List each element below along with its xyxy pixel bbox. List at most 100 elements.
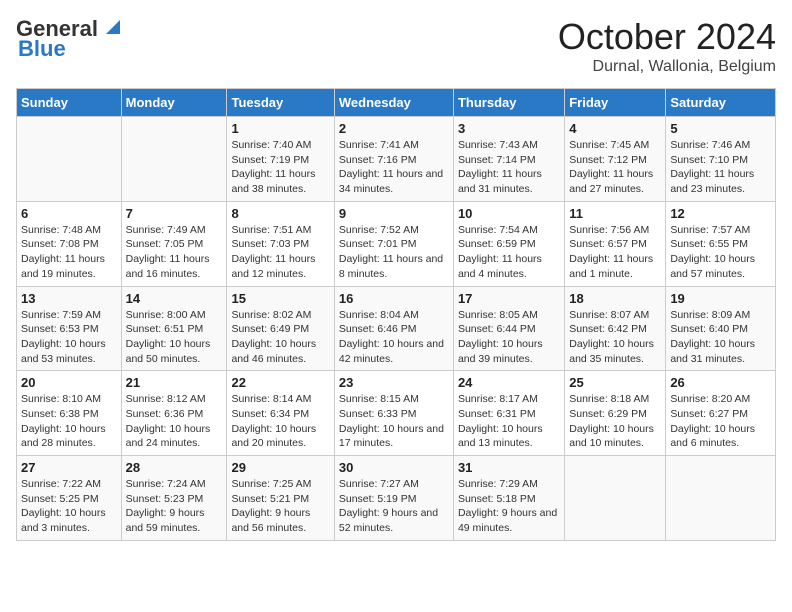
day-info: Sunrise: 8:04 AMSunset: 6:46 PMDaylight:…	[339, 308, 449, 367]
calendar-body: 1 Sunrise: 7:40 AMSunset: 7:19 PMDaylight…	[17, 117, 776, 541]
day-number: 2	[339, 121, 449, 136]
calendar-cell	[666, 456, 776, 541]
day-info: Sunrise: 7:45 AMSunset: 7:12 PMDaylight:…	[569, 138, 661, 197]
header-thursday: Thursday	[453, 89, 564, 117]
day-number: 8	[231, 206, 329, 221]
day-info: Sunrise: 8:07 AMSunset: 6:42 PMDaylight:…	[569, 308, 661, 367]
calendar-cell: 9 Sunrise: 7:52 AMSunset: 7:01 PMDaylight…	[334, 201, 453, 286]
day-info: Sunrise: 7:54 AMSunset: 6:59 PMDaylight:…	[458, 223, 560, 282]
day-info: Sunrise: 7:52 AMSunset: 7:01 PMDaylight:…	[339, 223, 449, 282]
calendar-cell: 16 Sunrise: 8:04 AMSunset: 6:46 PMDayligh…	[334, 286, 453, 371]
day-number: 20	[21, 375, 117, 390]
calendar-cell: 29Sunrise: 7:25 AMSunset: 5:21 PMDayligh…	[227, 456, 334, 541]
header-monday: Monday	[121, 89, 227, 117]
calendar-cell: 30 Sunrise: 7:27 AMSunset: 5:19 PMDayligh…	[334, 456, 453, 541]
day-info: Sunrise: 7:43 AMSunset: 7:14 PMDaylight:…	[458, 138, 560, 197]
day-info: Sunrise: 7:24 AMSunset: 5:23 PMDaylight:…	[126, 477, 223, 536]
week-row-2: 6 Sunrise: 7:48 AMSunset: 7:08 PMDaylight…	[17, 201, 776, 286]
day-number: 13	[21, 291, 117, 306]
day-info: Sunrise: 7:27 AMSunset: 5:19 PMDaylight:…	[339, 477, 449, 536]
header-friday: Friday	[565, 89, 666, 117]
day-number: 1	[231, 121, 329, 136]
calendar-cell: 21 Sunrise: 8:12 AMSunset: 6:36 PMDayligh…	[121, 371, 227, 456]
day-info: Sunrise: 7:41 AMSunset: 7:16 PMDaylight:…	[339, 138, 449, 197]
calendar-cell: 15 Sunrise: 8:02 AMSunset: 6:49 PMDayligh…	[227, 286, 334, 371]
logo: General Blue	[16, 16, 122, 62]
day-number: 19	[670, 291, 771, 306]
calendar-cell: 24 Sunrise: 8:17 AMSunset: 6:31 PMDayligh…	[453, 371, 564, 456]
day-number: 30	[339, 460, 449, 475]
day-number: 16	[339, 291, 449, 306]
day-info: Sunrise: 7:59 AMSunset: 6:53 PMDaylight:…	[21, 308, 117, 367]
week-row-4: 20Sunrise: 8:10 AMSunset: 6:38 PMDayligh…	[17, 371, 776, 456]
day-info: Sunrise: 7:22 AMSunset: 5:25 PMDaylight:…	[21, 477, 117, 536]
calendar-table: SundayMondayTuesdayWednesdayThursdayFrid…	[16, 88, 776, 541]
header-saturday: Saturday	[666, 89, 776, 117]
header-sunday: Sunday	[17, 89, 122, 117]
calendar-cell: 7Sunrise: 7:49 AMSunset: 7:05 PMDaylight…	[121, 201, 227, 286]
day-number: 17	[458, 291, 560, 306]
day-number: 22	[231, 375, 329, 390]
week-row-1: 1 Sunrise: 7:40 AMSunset: 7:19 PMDaylight…	[17, 117, 776, 202]
week-row-5: 27 Sunrise: 7:22 AMSunset: 5:25 PMDayligh…	[17, 456, 776, 541]
day-number: 10	[458, 206, 560, 221]
calendar-cell: 28Sunrise: 7:24 AMSunset: 5:23 PMDayligh…	[121, 456, 227, 541]
day-info: Sunrise: 8:18 AMSunset: 6:29 PMDaylight:…	[569, 392, 661, 451]
day-number: 5	[670, 121, 771, 136]
calendar-cell: 6 Sunrise: 7:48 AMSunset: 7:08 PMDaylight…	[17, 201, 122, 286]
calendar-cell: 17Sunrise: 8:05 AMSunset: 6:44 PMDayligh…	[453, 286, 564, 371]
day-info: Sunrise: 7:25 AMSunset: 5:21 PMDaylight:…	[231, 477, 329, 536]
calendar-cell: 31Sunrise: 7:29 AMSunset: 5:18 PMDayligh…	[453, 456, 564, 541]
day-number: 27	[21, 460, 117, 475]
day-number: 11	[569, 206, 661, 221]
day-info: Sunrise: 8:20 AMSunset: 6:27 PMDaylight:…	[670, 392, 771, 451]
calendar-cell	[17, 117, 122, 202]
logo-icon	[100, 16, 122, 38]
day-number: 4	[569, 121, 661, 136]
calendar-cell: 23Sunrise: 8:15 AMSunset: 6:33 PMDayligh…	[334, 371, 453, 456]
calendar-title: October 2024	[558, 16, 776, 58]
calendar-cell: 26 Sunrise: 8:20 AMSunset: 6:27 PMDayligh…	[666, 371, 776, 456]
day-info: Sunrise: 7:51 AMSunset: 7:03 PMDaylight:…	[231, 223, 329, 282]
calendar-cell: 25 Sunrise: 8:18 AMSunset: 6:29 PMDayligh…	[565, 371, 666, 456]
day-number: 12	[670, 206, 771, 221]
day-info: Sunrise: 7:48 AMSunset: 7:08 PMDaylight:…	[21, 223, 117, 282]
calendar-cell: 20Sunrise: 8:10 AMSunset: 6:38 PMDayligh…	[17, 371, 122, 456]
day-number: 14	[126, 291, 223, 306]
day-info: Sunrise: 8:00 AMSunset: 6:51 PMDaylight:…	[126, 308, 223, 367]
day-number: 6	[21, 206, 117, 221]
day-number: 15	[231, 291, 329, 306]
day-number: 21	[126, 375, 223, 390]
header-wednesday: Wednesday	[334, 89, 453, 117]
calendar-cell	[121, 117, 227, 202]
calendar-cell: 12Sunrise: 7:57 AMSunset: 6:55 PMDayligh…	[666, 201, 776, 286]
day-number: 9	[339, 206, 449, 221]
calendar-cell: 1 Sunrise: 7:40 AMSunset: 7:19 PMDaylight…	[227, 117, 334, 202]
day-info: Sunrise: 7:29 AMSunset: 5:18 PMDaylight:…	[458, 477, 560, 536]
title-area: October 2024 Durnal, Wallonia, Belgium	[558, 16, 776, 76]
calendar-cell: 13 Sunrise: 7:59 AMSunset: 6:53 PMDayligh…	[17, 286, 122, 371]
day-info: Sunrise: 8:17 AMSunset: 6:31 PMDaylight:…	[458, 392, 560, 451]
calendar-cell: 18Sunrise: 8:07 AMSunset: 6:42 PMDayligh…	[565, 286, 666, 371]
day-number: 3	[458, 121, 560, 136]
day-info: Sunrise: 8:12 AMSunset: 6:36 PMDaylight:…	[126, 392, 223, 451]
page-header: General Blue October 2024 Durnal, Wallon…	[16, 16, 776, 76]
day-number: 25	[569, 375, 661, 390]
logo-blue: Blue	[18, 36, 66, 62]
calendar-cell: 19Sunrise: 8:09 AMSunset: 6:40 PMDayligh…	[666, 286, 776, 371]
calendar-cell: 3 Sunrise: 7:43 AMSunset: 7:14 PMDaylight…	[453, 117, 564, 202]
calendar-subtitle: Durnal, Wallonia, Belgium	[558, 58, 776, 76]
calendar-cell: 11Sunrise: 7:56 AMSunset: 6:57 PMDayligh…	[565, 201, 666, 286]
day-info: Sunrise: 7:40 AMSunset: 7:19 PMDaylight:…	[231, 138, 329, 197]
calendar-cell: 5Sunrise: 7:46 AMSunset: 7:10 PMDaylight…	[666, 117, 776, 202]
day-info: Sunrise: 8:14 AMSunset: 6:34 PMDaylight:…	[231, 392, 329, 451]
calendar-cell: 2 Sunrise: 7:41 AMSunset: 7:16 PMDaylight…	[334, 117, 453, 202]
day-info: Sunrise: 8:02 AMSunset: 6:49 PMDaylight:…	[231, 308, 329, 367]
calendar-cell: 10 Sunrise: 7:54 AMSunset: 6:59 PMDayligh…	[453, 201, 564, 286]
day-info: Sunrise: 7:49 AMSunset: 7:05 PMDaylight:…	[126, 223, 223, 282]
calendar-cell: 22 Sunrise: 8:14 AMSunset: 6:34 PMDayligh…	[227, 371, 334, 456]
calendar-header-row: SundayMondayTuesdayWednesdayThursdayFrid…	[17, 89, 776, 117]
day-number: 26	[670, 375, 771, 390]
calendar-cell: 27 Sunrise: 7:22 AMSunset: 5:25 PMDayligh…	[17, 456, 122, 541]
day-number: 24	[458, 375, 560, 390]
